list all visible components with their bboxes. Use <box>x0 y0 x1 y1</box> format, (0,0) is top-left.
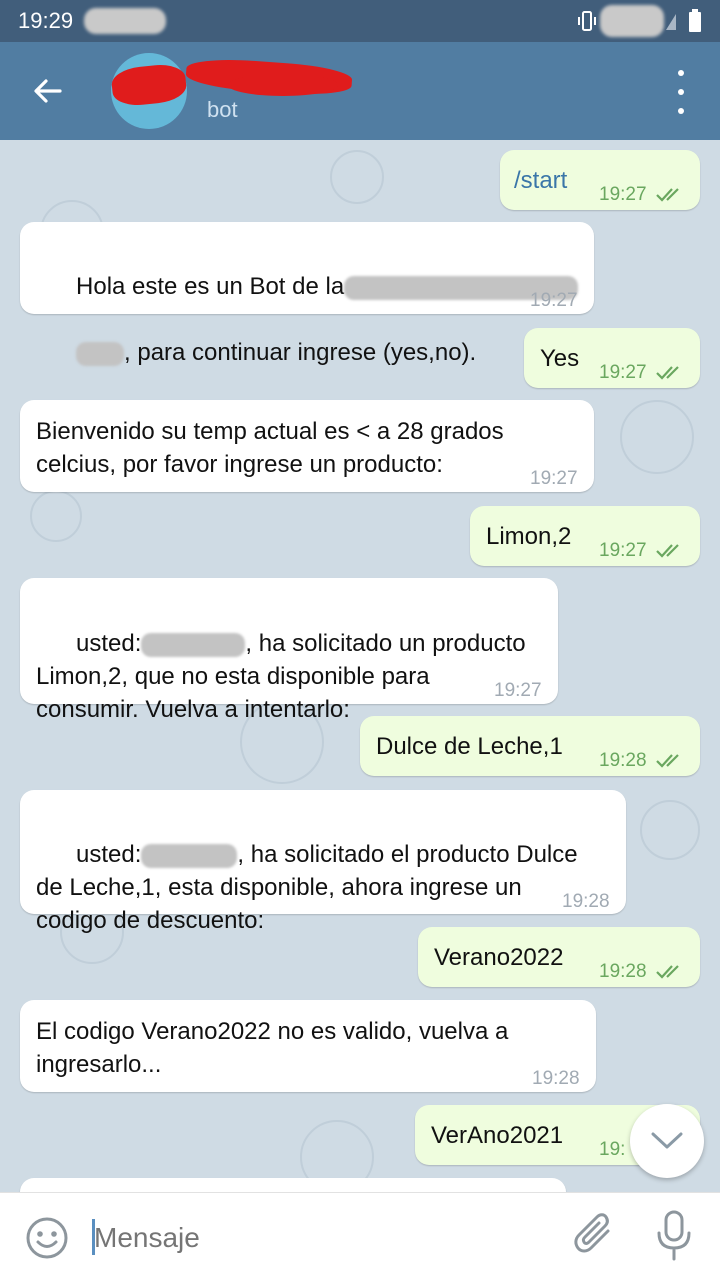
composer <box>0 1192 720 1281</box>
status-time: 19:29 <box>18 8 74 33</box>
incoming-message[interactable]: usted:, ha solicitado un producto Limon,2… <box>20 578 558 723</box>
outgoing-message[interactable]: Yes 19:27 <box>524 328 700 388</box>
message-status: 19:27 <box>599 178 686 211</box>
message-status: 19:28 <box>599 955 686 988</box>
message-status: 19:28 <box>599 744 686 777</box>
message-text[interactable]: El codigo Verano2022 no es valido, vuelv… <box>36 1015 508 1081</box>
scroll-down-button[interactable] <box>630 1104 704 1178</box>
message-time: 19:27 <box>599 540 647 561</box>
message-text[interactable]: /start <box>514 164 567 197</box>
message-time: 19:27 <box>530 290 578 311</box>
arrow-left-icon <box>34 79 62 103</box>
message-text[interactable]: Hola este es un Bot de la , para continu… <box>36 237 579 402</box>
chevron-down-icon <box>651 1132 683 1149</box>
incoming-message[interactable]: Bienvenido su temp actual es < a 28 grad… <box>20 400 594 492</box>
message-time: 19:27 <box>530 468 578 489</box>
message-time: 19:28 <box>562 891 610 912</box>
incoming-message[interactable]: usted:, ha solicitado el producto Dulce d… <box>20 790 626 934</box>
more-vertical-icon <box>678 70 684 76</box>
message-time: 19:28 <box>599 961 647 982</box>
background-doodle <box>30 490 82 542</box>
message-time: 19:27 <box>599 362 647 383</box>
redaction-mark <box>141 843 238 868</box>
redaction-mark <box>141 632 246 657</box>
double-check-icon <box>656 965 679 979</box>
message-status: 19:27 <box>599 534 686 567</box>
outgoing-message[interactable]: Limon,2 19:27 <box>470 506 700 566</box>
message-time: 19:28 <box>532 1068 580 1089</box>
outgoing-message[interactable]: /start 19:27 <box>500 150 700 210</box>
message-text[interactable]: Limon,2 <box>486 520 571 553</box>
more-options-button[interactable] <box>666 70 696 114</box>
message-time: 19:28 <box>599 750 647 771</box>
message-time: 19:27 <box>494 680 542 701</box>
signal-icon <box>666 14 676 30</box>
paperclip-icon[interactable] <box>572 1211 618 1261</box>
message-list[interactable]: /start 19:27 Hola este es un Bot de la ,… <box>0 140 720 1192</box>
redaction-mark <box>228 74 338 96</box>
double-check-icon <box>656 754 679 768</box>
message-text[interactable]: VerAno2021 <box>431 1119 563 1152</box>
vibrate-icon <box>578 11 596 31</box>
incoming-message[interactable]: El codigo Verano2022 no es valido, vuelv… <box>20 1000 596 1092</box>
redaction-mark <box>76 341 125 366</box>
message-text[interactable]: Yes <box>540 342 579 375</box>
message-input[interactable] <box>92 1213 556 1263</box>
background-doodle <box>620 400 694 474</box>
background-doodle <box>330 150 384 204</box>
chat-header: bot <box>0 42 720 140</box>
redaction-mark <box>600 5 664 37</box>
message-text[interactable]: Bienvenido su temp actual es < a 28 grad… <box>36 415 504 481</box>
message-text[interactable]: Dulce de Leche,1 <box>376 730 563 763</box>
message-time: 19:27 <box>599 184 647 205</box>
double-check-icon <box>656 188 679 202</box>
redaction-mark <box>84 8 166 34</box>
outgoing-message[interactable]: Verano2022 19:28 <box>418 927 700 987</box>
microphone-icon[interactable] <box>654 1209 694 1263</box>
incoming-message[interactable]: Hola este es un Bot de la , para continu… <box>20 222 594 366</box>
message-status: 19:27 <box>599 356 686 389</box>
status-bar: 19:29 <box>0 0 720 42</box>
battery-icon <box>689 9 701 32</box>
background-doodle <box>640 800 700 860</box>
outgoing-message[interactable]: Dulce de Leche,1 19:28 <box>360 716 700 776</box>
message-time: 19: <box>599 1139 626 1160</box>
incoming-message[interactable] <box>20 1178 566 1192</box>
chat-subtitle: bot <box>207 97 238 122</box>
smiley-icon[interactable] <box>24 1215 70 1261</box>
message-text[interactable]: Verano2022 <box>434 941 563 974</box>
double-check-icon <box>656 544 679 558</box>
text-caret <box>92 1219 95 1255</box>
double-check-icon <box>656 366 679 380</box>
back-button[interactable] <box>20 66 76 116</box>
